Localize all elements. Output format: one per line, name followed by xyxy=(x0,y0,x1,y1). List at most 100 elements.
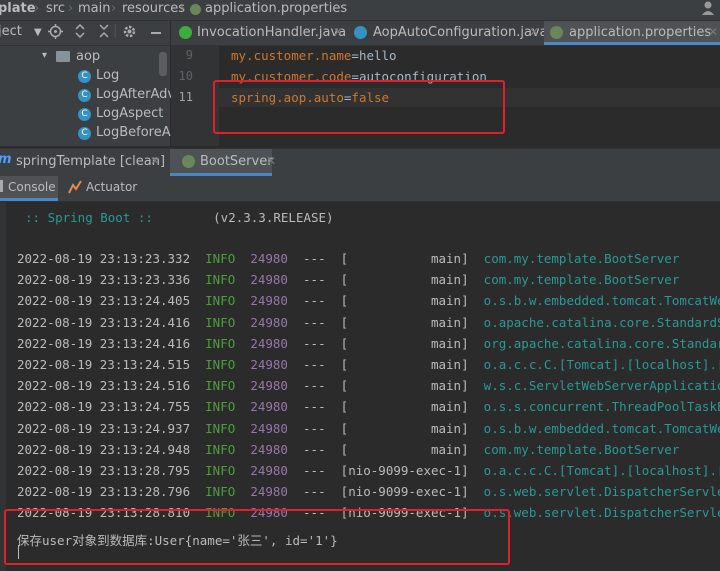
breadcrumb-separator: › xyxy=(180,1,186,16)
log-pid: 24980 xyxy=(250,484,288,500)
log-logger: com.my.template.BootServer xyxy=(483,441,680,457)
tab-boot-server[interactable]: BootServer ✕ xyxy=(170,149,276,176)
log-thread: [ main] xyxy=(340,293,469,309)
log-line: 2022-08-19 23:13:28.796 INFO 24980 --- [… xyxy=(17,484,720,499)
log-thread: [ main] xyxy=(340,399,469,415)
dropdown-arrow-icon[interactable]: ▼ xyxy=(34,27,42,38)
log-separator: --- xyxy=(303,272,326,288)
log-level: INFO xyxy=(205,463,236,478)
log-logger: o.apache.catalina.core.StandardSe xyxy=(483,314,720,330)
tab-aop-auto-configuration[interactable]: AopAutoConfiguration.java ✕ xyxy=(348,21,548,45)
log-timestamp: 2022-08-19 23:13:24.516 xyxy=(17,378,191,394)
breadcrumb-separator: › xyxy=(68,1,74,16)
log-separator: --- xyxy=(303,420,326,436)
minimize-icon[interactable] xyxy=(150,23,162,41)
log-timestamp: 2022-08-19 23:13:23.336 xyxy=(17,272,191,288)
log-line: 2022-08-19 23:13:23.332 INFO 24980 --- [… xyxy=(17,251,679,266)
log-thread: [ main] xyxy=(340,251,469,266)
breadcrumb-item-project[interactable]: plate xyxy=(0,1,36,16)
log-level: INFO xyxy=(205,293,236,309)
close-icon[interactable]: ✕ xyxy=(708,25,718,39)
log-logger: o.s.web.servlet.DispatcherServlet xyxy=(483,484,720,500)
log-line: 2022-08-19 23:13:24.405 INFO 24980 --- [… xyxy=(17,293,720,308)
line-number: 9 xyxy=(185,48,193,62)
breadcrumb-item-src[interactable]: src xyxy=(46,1,65,16)
tab-label: InvocationHandler.java xyxy=(197,25,347,40)
tab-invocation-handler[interactable]: InvocationHandler.java ✕ xyxy=(171,21,348,45)
project-view-selector[interactable]: ject xyxy=(0,24,22,39)
close-icon[interactable]: ✕ xyxy=(266,154,276,168)
log-thread: [ main] xyxy=(340,420,469,436)
tab-label: application.properties xyxy=(569,25,712,40)
log-pid: 24980 xyxy=(250,335,288,351)
log-logger: w.s.c.ServletWebServerApplication xyxy=(483,378,720,394)
java-class-icon xyxy=(179,26,192,39)
close-icon[interactable]: ✕ xyxy=(150,154,160,168)
package-icon xyxy=(56,51,70,62)
tree-item-label: LogAfterAdvi xyxy=(96,87,179,102)
properties-file-icon xyxy=(190,4,201,15)
tab-spring-template-clean[interactable]: m springTemplate [clean] ✕ xyxy=(0,149,170,176)
tab-application-properties[interactable]: application.properties ✕ xyxy=(544,21,720,45)
tree-item-label: LogBeforeAd xyxy=(96,125,179,140)
breadcrumb-item-main[interactable]: main xyxy=(78,1,110,16)
highlight-box xyxy=(213,80,505,134)
log-timestamp: 2022-08-19 23:13:24.948 xyxy=(17,441,191,457)
log-line: 2022-08-19 23:13:24.948 INFO 24980 --- [… xyxy=(17,442,679,457)
banner-version: (v2.3.3.RELEASE) xyxy=(213,210,334,225)
project-panel-header: ject ▼ | xyxy=(0,21,170,46)
log-line: 2022-08-19 23:13:24.937 INFO 24980 --- [… xyxy=(17,421,720,436)
collapse-all-icon[interactable] xyxy=(97,24,111,42)
close-icon[interactable]: ✕ xyxy=(333,25,343,39)
equals-sign: = xyxy=(351,48,359,63)
log-logger: o.s.s.concurrent.ThreadPoolTaskExe xyxy=(483,399,720,415)
tab-console[interactable]: Console xyxy=(0,176,58,201)
gear-icon[interactable] xyxy=(122,24,137,43)
log-pid: 24980 xyxy=(250,463,288,478)
class-icon: C xyxy=(78,89,91,102)
class-icon: C xyxy=(78,127,91,140)
log-level: INFO xyxy=(205,484,236,500)
tree-folder-label: aop xyxy=(76,49,101,64)
log-separator: --- xyxy=(303,357,326,372)
log-thread: [ main] xyxy=(340,441,469,457)
log-line: 2022-08-19 23:13:24.755 INFO 24980 --- [… xyxy=(17,399,720,414)
code-line[interactable]: my.customer.name=hello xyxy=(231,48,397,63)
log-level: INFO xyxy=(205,378,236,394)
log-separator: --- xyxy=(303,441,326,457)
actuator-icon xyxy=(68,180,82,198)
log-line: 2022-08-19 23:13:24.416 INFO 24980 --- [… xyxy=(17,315,720,330)
log-separator: --- xyxy=(303,484,326,500)
log-line: 2022-08-19 23:13:24.516 INFO 24980 --- [… xyxy=(17,378,720,393)
expand-all-icon[interactable] xyxy=(73,23,87,42)
breadcrumb-item-resources[interactable]: resources xyxy=(122,1,185,16)
console-icon xyxy=(0,180,3,192)
log-timestamp: 2022-08-19 23:13:24.515 xyxy=(17,357,191,372)
user-icon[interactable] xyxy=(702,0,716,20)
log-line: 2022-08-19 23:13:28.795 INFO 24980 --- [… xyxy=(17,463,720,478)
tree-scrollbar[interactable] xyxy=(159,52,167,76)
class-icon: C xyxy=(78,108,91,121)
log-thread: [ main] xyxy=(340,335,469,351)
tab-actuator[interactable]: Actuator xyxy=(64,176,144,201)
close-icon[interactable]: ✕ xyxy=(529,25,539,39)
locate-icon[interactable] xyxy=(48,24,63,43)
editor-gutter: 9 10 11 xyxy=(171,46,219,146)
log-level: INFO xyxy=(205,314,236,330)
highlight-box xyxy=(4,509,510,565)
log-pid: 24980 xyxy=(250,378,288,394)
log-pid: 24980 xyxy=(250,251,288,266)
breadcrumb-separator: › xyxy=(34,1,40,16)
log-thread: [ main] xyxy=(340,378,469,394)
log-pid: 24980 xyxy=(250,420,288,436)
breadcrumb-item-file[interactable]: application.properties xyxy=(205,1,347,16)
chevron-down-icon[interactable]: ▾ xyxy=(42,50,47,61)
tab-label: BootServer xyxy=(200,154,273,169)
banner-name: :: Spring Boot :: xyxy=(25,210,153,225)
log-level: INFO xyxy=(205,399,236,415)
log-pid: 24980 xyxy=(250,314,288,330)
log-thread: [ main] xyxy=(340,272,469,288)
property-value: hello xyxy=(358,48,397,63)
log-separator: --- xyxy=(303,314,326,330)
log-timestamp: 2022-08-19 23:13:24.416 xyxy=(17,314,191,330)
